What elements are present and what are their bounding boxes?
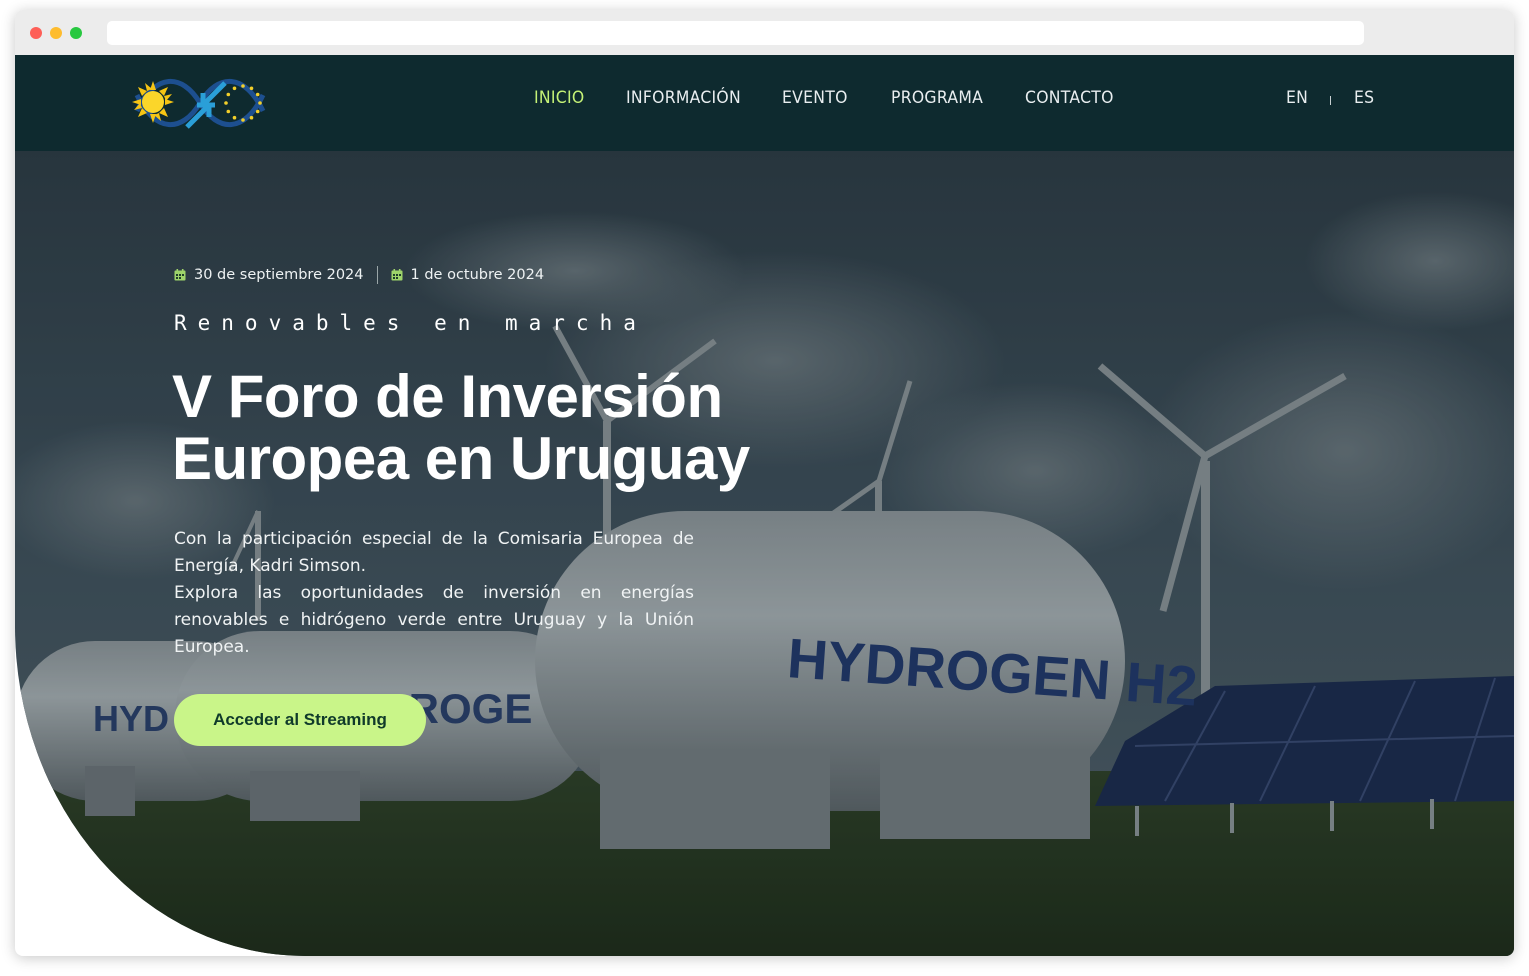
- top-navbar: INICIO INFORMACIÓN EVENTO PROGRAMA CONTA…: [15, 55, 1514, 151]
- hero-title: V Foro de Inversión Europea en Uruguay: [172, 366, 872, 490]
- hero-description: Con la participación especial de la Comi…: [174, 526, 694, 661]
- nav-item-inicio[interactable]: INICIO: [534, 88, 584, 108]
- address-bar[interactable]: [107, 21, 1364, 45]
- language-divider: [1330, 96, 1331, 105]
- logo-icon[interactable]: [127, 65, 273, 141]
- nav-item-evento[interactable]: EVENTO: [782, 88, 848, 108]
- browser-window: INICIO INFORMACIÓN EVENTO PROGRAMA CONTA…: [15, 10, 1514, 956]
- browser-chrome: [15, 10, 1514, 55]
- nav-item-programa[interactable]: PROGRAMA: [891, 88, 983, 108]
- calendar-icon: [174, 269, 186, 281]
- nav-item-informacion[interactable]: INFORMACIÓN: [626, 88, 741, 108]
- calendar-icon: [391, 269, 403, 281]
- maximize-window-button[interactable]: [70, 27, 82, 39]
- hero-title-line-2: Europea en Uruguay: [172, 425, 750, 492]
- hero-title-line-1: V Foro de Inversión: [172, 363, 723, 430]
- language-en[interactable]: EN: [1286, 88, 1308, 108]
- nav-item-contacto[interactable]: CONTACTO: [1025, 88, 1114, 108]
- date-divider: [376, 266, 378, 284]
- hero-section: HYD HYDROGE HYDROGEN H2 30 de septiembre…: [15, 151, 1514, 956]
- close-window-button[interactable]: [30, 27, 42, 39]
- hero-description-line-2: Explora las oportunidades de inversión e…: [174, 583, 694, 657]
- minimize-window-button[interactable]: [50, 27, 62, 39]
- event-dates: 30 de septiembre 2024 1 de octubre 2024: [174, 264, 544, 286]
- hero-tagline: Renovables en marcha: [174, 311, 647, 335]
- event-date-start: 30 de septiembre 2024: [194, 267, 364, 283]
- hero-description-line-1: Con la participación especial de la Comi…: [174, 529, 694, 576]
- streaming-button[interactable]: Acceder al Streaming: [174, 694, 426, 746]
- website: INICIO INFORMACIÓN EVENTO PROGRAMA CONTA…: [15, 55, 1514, 956]
- event-date-end: 1 de octubre 2024: [410, 267, 545, 283]
- language-es[interactable]: ES: [1354, 88, 1374, 108]
